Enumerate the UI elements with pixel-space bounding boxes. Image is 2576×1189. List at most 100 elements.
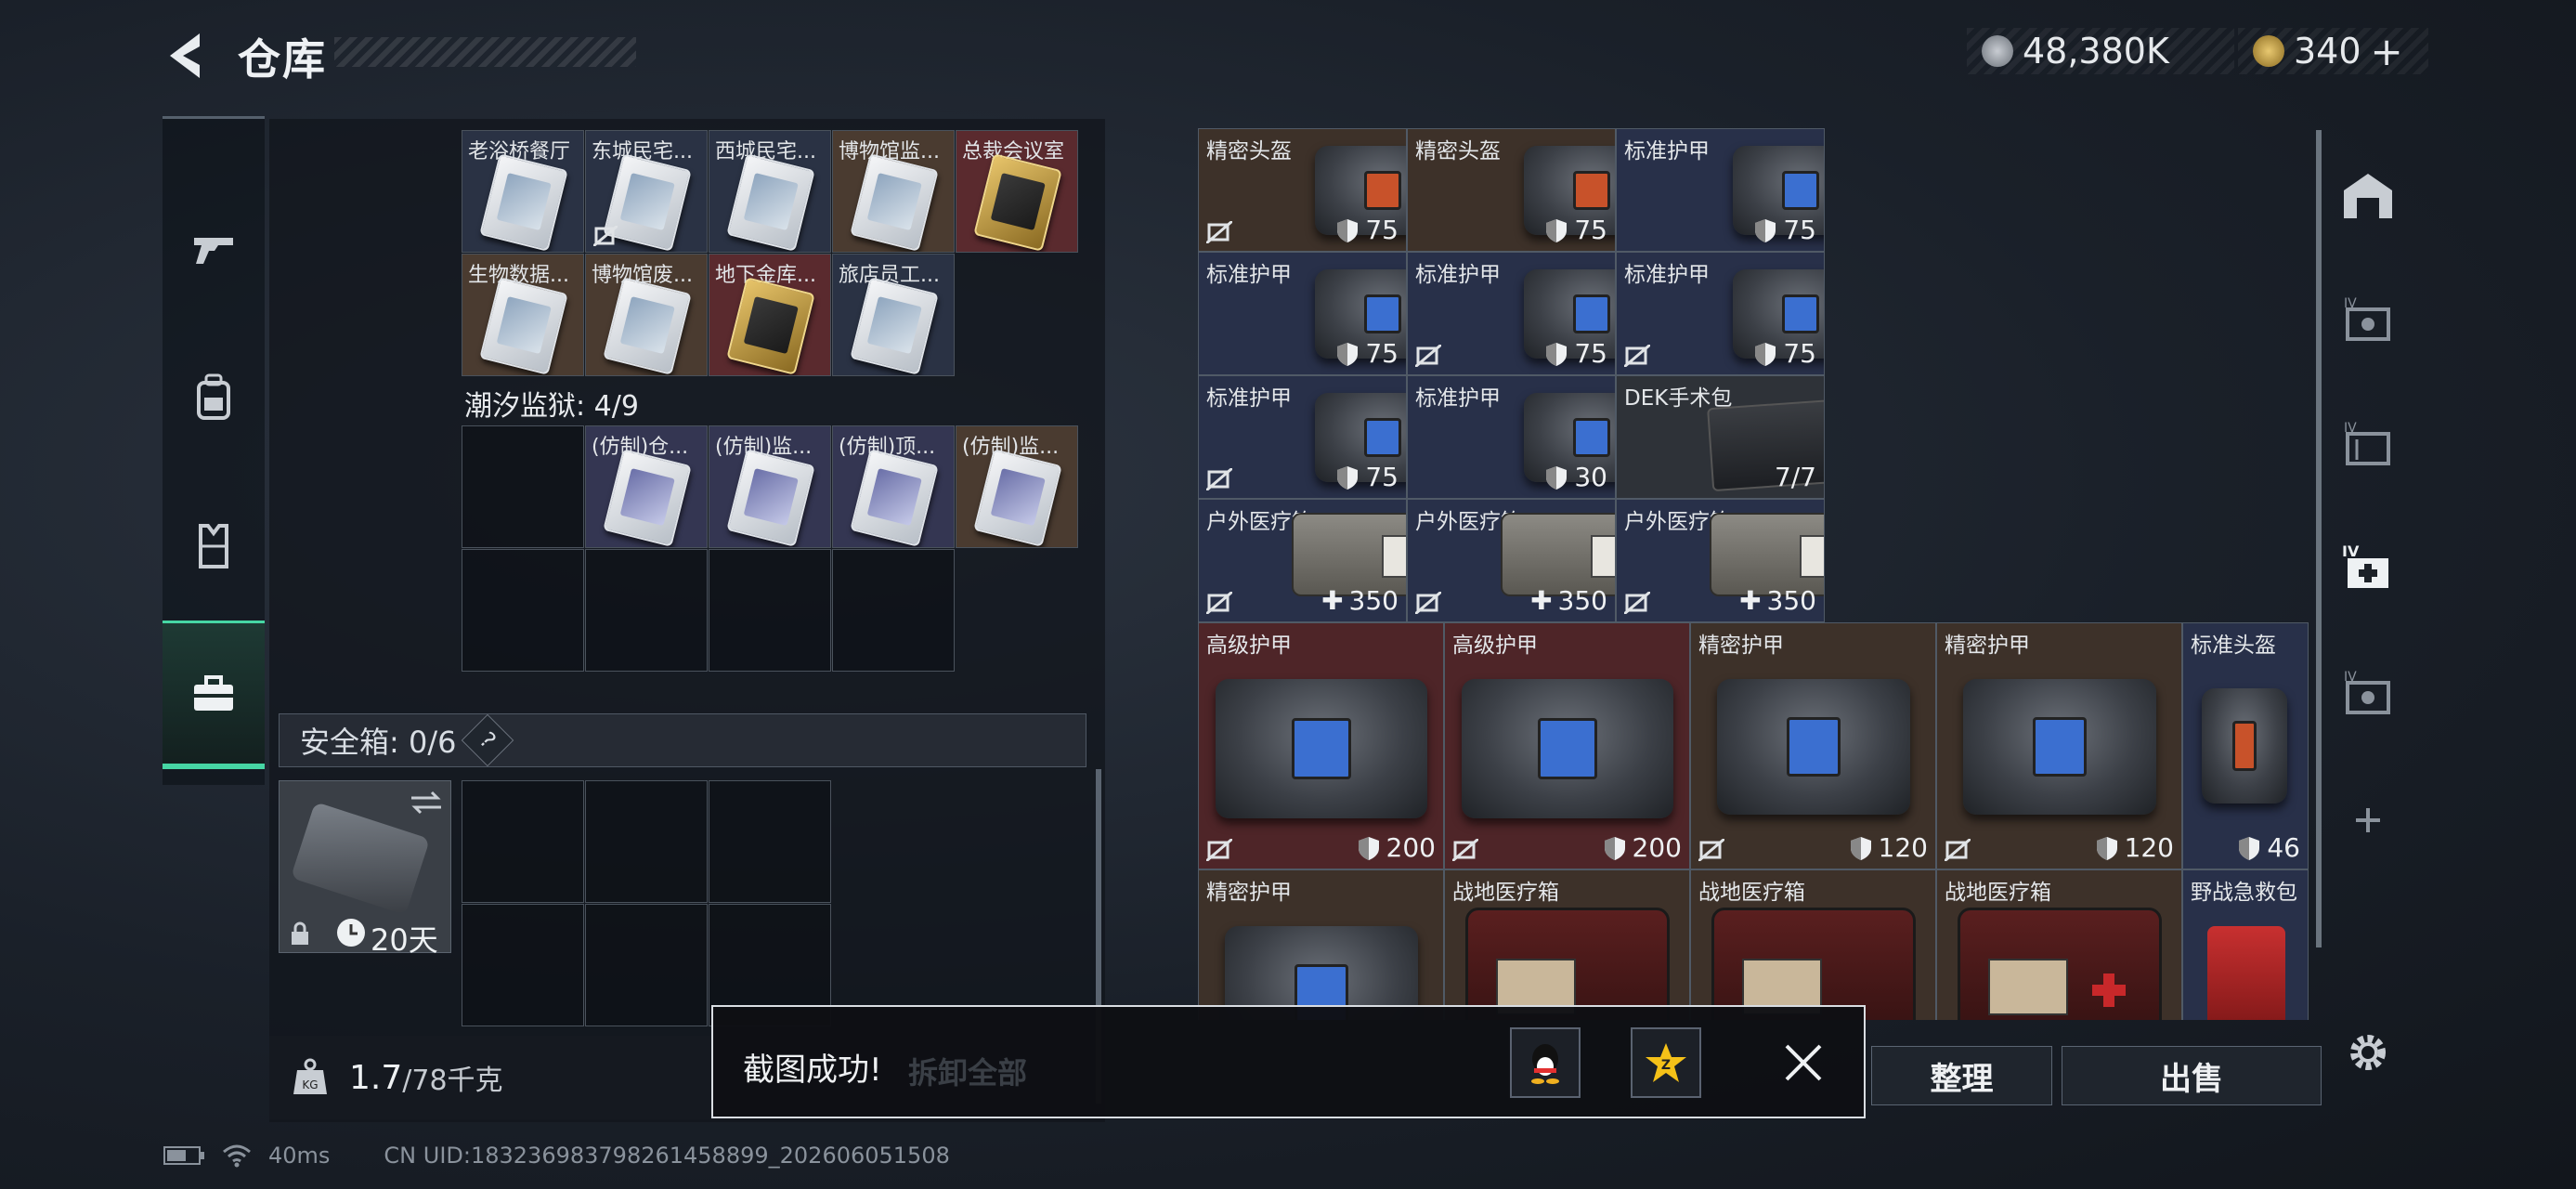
item-durability: 75 [1335, 215, 1399, 245]
svg-text:KG: KG [302, 1078, 318, 1091]
dismantle-all-button[interactable]: 拆卸全部 [908, 1050, 1027, 1092]
keycard-slot[interactable]: (仿制)顶... [832, 425, 955, 548]
tab-main-warehouse[interactable] [2335, 163, 2400, 229]
first-aid-pack-image [2207, 926, 2285, 1020]
inventory-item[interactable]: 精密头盔 75 [1407, 128, 1616, 252]
keycard-slot[interactable]: 旅店员工... [832, 254, 955, 376]
currency-premium[interactable]: 340 + [2238, 28, 2428, 74]
nav-weapons[interactable] [163, 175, 265, 323]
safe-slot[interactable] [462, 780, 584, 903]
inventory-item[interactable]: 战地医疗箱 [1936, 869, 2182, 1020]
armor-image [1462, 679, 1673, 818]
gun-icon [194, 238, 233, 264]
item-name: 高级护甲 [1206, 634, 1292, 658]
keycard-slot[interactable]: 西城民宅... [709, 130, 831, 253]
keycard-slot[interactable]: 博物馆监... [832, 130, 955, 253]
no-drop-icon [1206, 221, 1232, 243]
empty-keycard-slot[interactable] [832, 549, 955, 672]
keycard-slot[interactable]: 生物数据... [462, 254, 584, 376]
inventory-item[interactable]: 精密护甲 [1198, 869, 1444, 1020]
help-button[interactable]: ? [462, 713, 514, 767]
close-toast-button[interactable] [1781, 1040, 1826, 1089]
plus-icon: ✚ [1321, 585, 1344, 616]
inventory-item[interactable]: 高级护甲 200 [1198, 622, 1444, 869]
keycard-slot[interactable]: (仿制)仓... [585, 425, 708, 548]
empty-keycard-slot[interactable] [462, 425, 584, 548]
inventory-item[interactable]: 户外医疗箱 ✚ 350 [1616, 499, 1825, 622]
item-durability: 200 [1603, 832, 1682, 863]
inventory-item[interactable]: 精密护甲 120 [1690, 622, 1936, 869]
safe-slot[interactable] [462, 904, 584, 1026]
item-uses: 7/7 [1774, 462, 1816, 492]
keycard-slot[interactable]: 地下金库... [709, 254, 831, 376]
settings-button[interactable] [2335, 1020, 2400, 1085]
inventory-item[interactable]: 户外医疗箱 ✚ 350 [1407, 499, 1616, 622]
safe-case-slot[interactable]: 20天 [279, 780, 451, 958]
safe-slot[interactable] [585, 780, 708, 903]
share-qq-button[interactable] [1510, 1027, 1581, 1098]
safe-slot[interactable] [585, 904, 708, 1026]
medkit-image [1710, 513, 1824, 596]
empty-keycard-slot[interactable] [709, 549, 831, 672]
share-qzone-button[interactable]: Z [1631, 1027, 1701, 1098]
add-currency-icon[interactable]: + [2371, 29, 2403, 74]
inventory-item[interactable]: 精密护甲 120 [1936, 622, 2182, 869]
tab-warehouse-iv-2[interactable]: IV [2335, 412, 2400, 477]
empty-keycard-slot[interactable] [462, 549, 584, 672]
keycard-image [850, 449, 939, 547]
shield-icon [1604, 836, 1625, 860]
right-scrollbar[interactable] [2316, 130, 2322, 947]
tab-warehouse-iv-medical[interactable]: IV [2335, 537, 2400, 602]
keycard-image [726, 277, 815, 375]
inventory-item[interactable]: 标准护甲 75 [1198, 375, 1407, 499]
sort-button[interactable]: 整理 [1871, 1046, 2052, 1105]
nav-vest[interactable] [163, 472, 265, 621]
tab-warehouse-iv-1[interactable]: IV [2335, 288, 2400, 353]
inventory-item[interactable]: DEK手术包 7/7 [1616, 375, 1825, 499]
backpack-icon [197, 373, 230, 420]
no-drop-icon [1624, 592, 1650, 614]
inventory-item[interactable]: 标准护甲 75 [1616, 128, 1825, 252]
no-drop-icon [593, 226, 618, 246]
no-drop-icon [1415, 345, 1441, 367]
no-drop-icon [1206, 592, 1232, 614]
svg-text:IV: IV [2344, 296, 2357, 311]
inventory-item[interactable]: 野战急救包 [2182, 869, 2309, 1020]
no-drop-icon [1452, 839, 1478, 861]
keycard-slot[interactable]: (仿制)监... [709, 425, 831, 548]
item-name: 精密护甲 [1945, 634, 2030, 658]
keycard-slot[interactable]: 总裁会议室 [956, 130, 1078, 253]
keycard-slot[interactable]: 博物馆废... [585, 254, 708, 376]
safe-duration: 20天 [371, 922, 438, 958]
warehouse-icon [2344, 174, 2392, 218]
swap-icon[interactable] [410, 789, 443, 817]
item-durability: 120 [2095, 832, 2174, 863]
inventory-item[interactable]: 标准护甲 75 [1407, 252, 1616, 375]
inventory-item[interactable]: 战地医疗箱 [1690, 869, 1936, 1020]
plus-icon [2356, 808, 2380, 832]
inventory-item[interactable]: 战地医疗箱 [1444, 869, 1690, 1020]
back-button[interactable] [163, 28, 214, 84]
safe-slot[interactable] [709, 780, 831, 903]
nav-backpack[interactable] [163, 323, 265, 472]
inventory-item[interactable]: 标准护甲 75 [1198, 252, 1407, 375]
item-name: 野战急救包 [2191, 881, 2297, 905]
inventory-item[interactable]: 高级护甲 200 [1444, 622, 1690, 869]
nav-toolbox[interactable] [163, 621, 265, 769]
keycard-slot[interactable]: 东城民宅... [585, 130, 708, 253]
sell-button[interactable]: 出售 [2062, 1046, 2322, 1105]
inventory-item[interactable]: 标准头盔 46 [2182, 622, 2309, 869]
keycard-slot[interactable]: 老浴桥餐厅 [462, 130, 584, 253]
tab-warehouse-iv-3[interactable]: IV [2335, 661, 2400, 726]
inventory-item[interactable]: 户外医疗箱 ✚ 350 [1198, 499, 1407, 622]
inventory-item[interactable]: 标准护甲 30 [1407, 375, 1616, 499]
keycard-slot[interactable]: (仿制)监... [956, 425, 1078, 548]
item-name: 标准护甲 [1624, 263, 1710, 287]
add-warehouse-button[interactable] [2335, 788, 2400, 853]
inventory-item[interactable]: 精密头盔 75 [1198, 128, 1407, 252]
empty-keycard-slot[interactable] [585, 549, 708, 672]
item-durability: 75 [1544, 338, 1607, 369]
inventory-item[interactable]: 标准护甲 75 [1616, 252, 1825, 375]
shield-icon [1546, 342, 1568, 366]
item-name: 精密头盔 [1206, 139, 1292, 163]
